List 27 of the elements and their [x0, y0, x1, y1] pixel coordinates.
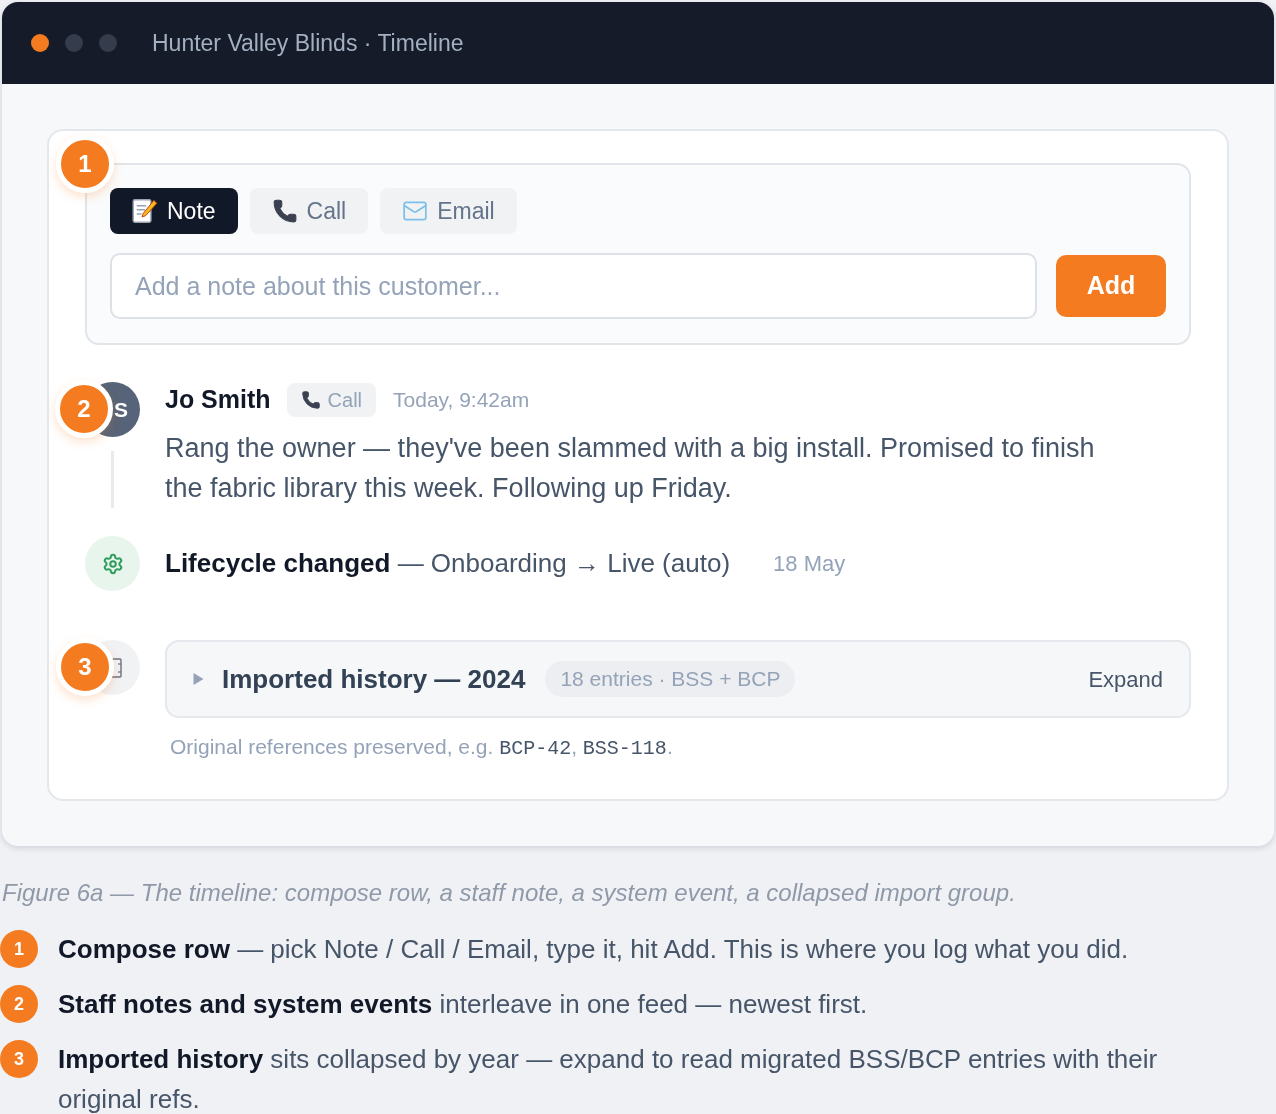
import-group-header[interactable]: Imported history — 2024 18 entries · BSS + BCP Expand [165, 640, 1191, 718]
note-input[interactable]: Add a note about this customer... [110, 253, 1037, 319]
compose-type-tab[interactable]: Call [249, 188, 369, 234]
event-text: Lifecycle changed — Onboarding → Live (auto) [165, 547, 731, 580]
window-title: Hunter Valley Blinds · Timeline [152, 28, 464, 58]
channel-label: Call [327, 388, 363, 413]
phone-icon [271, 198, 298, 224]
compose-type-tab[interactable]: Email [380, 188, 517, 234]
legend-text: Compose row — pick Note / Call / Email, type it, hit Add. This is where you log what you did. [58, 933, 1129, 966]
memo-icon [132, 198, 158, 224]
envelope-icon [402, 198, 429, 224]
entry-count-tag: 18 entries · BSS + BCP [545, 661, 796, 697]
event-date: 18 May [773, 550, 846, 578]
timestamp: Today, 9:42am [393, 387, 530, 414]
legend-text: Staff notes and system events interleave in one feed — newest first. [58, 988, 868, 1021]
legend-marker: 2 [0, 985, 38, 1023]
compose-type-tab[interactable]: Note [110, 188, 238, 234]
group-title: Imported history — 2024 [222, 662, 526, 696]
expand-button[interactable]: Expand [1088, 662, 1163, 696]
legend-marker: 1 [0, 930, 38, 968]
phone-icon [300, 390, 321, 410]
note-body: Rang the owner — they've been slammed with a big install. Promised to finish the fabric library this week. Following up Friday. [165, 432, 1096, 505]
author-name: Jo Smith [165, 384, 271, 416]
figure-caption: Figure 6a — The timeline: compose row, a staff note, a system event, a collapsed import group. [1, 878, 1017, 908]
footnote: Original references preserved, e.g. BCP-42, BSS-118. [169, 734, 674, 762]
legend-marker: 3 [0, 1040, 38, 1078]
legend-text: Imported history sits collapsed by year — expand to read migrated BSS/BCP entries with their original refs. [58, 1043, 1159, 1114]
